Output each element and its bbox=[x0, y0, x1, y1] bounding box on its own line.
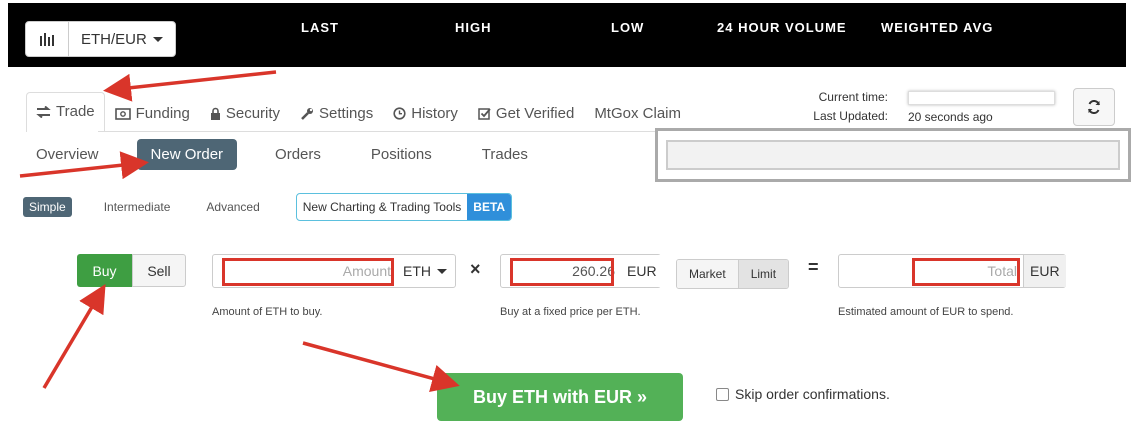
sell-toggle-button[interactable]: Sell bbox=[132, 254, 186, 287]
amount-unit: ETH bbox=[403, 263, 431, 279]
equals-sign: = bbox=[808, 257, 819, 277]
tab-label: Settings bbox=[319, 105, 374, 122]
last-updated-value: 20 seconds ago bbox=[908, 110, 993, 124]
tab-trade[interactable]: Trade bbox=[26, 92, 105, 132]
redacted-area bbox=[655, 128, 1131, 182]
order-subtabs: Overview New Order Orders Positions Trad… bbox=[24, 139, 566, 170]
main-tabs: Trade Funding Security Settings History … bbox=[26, 92, 691, 132]
limit-button[interactable]: Limit bbox=[737, 260, 789, 288]
caret-down-icon bbox=[437, 268, 447, 274]
status-labels: Current time: Last Updated: bbox=[770, 88, 888, 126]
tab-security[interactable]: Security bbox=[200, 105, 290, 132]
stat-last: LAST bbox=[301, 20, 339, 35]
refresh-button[interactable] bbox=[1073, 88, 1115, 126]
amount-unit-select[interactable]: ETH bbox=[397, 255, 453, 287]
mode-advanced[interactable]: Advanced bbox=[206, 200, 259, 214]
stat-high: HIGH bbox=[455, 20, 492, 35]
annotation-highlight-amount bbox=[222, 258, 394, 286]
arrow-to-trade-tab bbox=[103, 70, 277, 102]
price-hint: Buy at a fixed price per ETH. bbox=[500, 306, 641, 318]
arrow-to-submit bbox=[302, 341, 460, 392]
stat-low: LOW bbox=[611, 20, 645, 35]
stat-weighted-avg: WEIGHTED AVG bbox=[881, 20, 994, 35]
total-hint: Estimated amount of EUR to spend. bbox=[838, 306, 1014, 318]
skip-confirmations-label: Skip order confirmations. bbox=[735, 386, 890, 402]
subtab-orders[interactable]: Orders bbox=[263, 139, 333, 170]
refresh-icon bbox=[1088, 100, 1100, 114]
current-time-label: Current time: bbox=[818, 90, 888, 104]
subtab-overview[interactable]: Overview bbox=[24, 139, 111, 170]
pair-label: ETH/EUR bbox=[81, 30, 147, 48]
tab-funding[interactable]: Funding bbox=[105, 105, 200, 132]
redacted-current-time bbox=[908, 91, 1055, 105]
subtab-new-order[interactable]: New Order bbox=[136, 139, 238, 170]
price-unit: EUR bbox=[621, 255, 663, 287]
multiply-sign: × bbox=[470, 259, 481, 279]
market-button[interactable]: Market bbox=[677, 260, 738, 288]
annotation-highlight-price bbox=[510, 258, 614, 286]
redacted-field bbox=[666, 140, 1120, 170]
chart-bars-icon bbox=[26, 22, 69, 56]
tab-settings[interactable]: Settings bbox=[290, 105, 383, 132]
tab-label: History bbox=[411, 105, 458, 122]
arrow-to-buy bbox=[42, 283, 106, 389]
caret-down-icon bbox=[152, 36, 163, 42]
mode-intermediate[interactable]: Intermediate bbox=[104, 200, 171, 214]
order-modes: Simple Intermediate Advanced New Chartin… bbox=[23, 193, 513, 221]
market-limit-toggle: Market Limit bbox=[676, 259, 790, 289]
tab-label: Security bbox=[225, 105, 281, 122]
money-icon bbox=[114, 107, 131, 120]
new-charting-tools-button[interactable]: New Charting & Trading Tools BETA bbox=[295, 193, 513, 221]
tab-label: Get Verified bbox=[495, 105, 575, 122]
exchange-icon bbox=[36, 105, 51, 118]
skip-confirmations[interactable]: Skip order confirmations. bbox=[716, 386, 890, 402]
tab-get-verified[interactable]: Get Verified bbox=[468, 105, 584, 132]
status-values: 20 seconds ago bbox=[908, 88, 1055, 127]
beta-label: New Charting & Trading Tools bbox=[302, 200, 462, 214]
wrench-icon bbox=[301, 107, 314, 120]
total-unit: EUR bbox=[1023, 255, 1066, 287]
skip-confirmations-checkbox[interactable] bbox=[716, 387, 729, 401]
clock-icon bbox=[393, 107, 406, 120]
mode-simple[interactable]: Simple bbox=[23, 197, 72, 217]
last-updated-label: Last Updated: bbox=[813, 109, 888, 123]
market-header: ETH/EUR LAST HIGH LOW 24 HOUR VOLUME WEI… bbox=[8, 3, 1126, 67]
buy-toggle-button[interactable]: Buy bbox=[77, 254, 132, 287]
stat-24h-volume: 24 HOUR VOLUME bbox=[717, 20, 847, 35]
tab-label: Funding bbox=[135, 105, 190, 122]
lock-icon bbox=[210, 107, 220, 120]
annotation-highlight-total bbox=[912, 258, 1020, 286]
tab-history[interactable]: History bbox=[383, 105, 468, 132]
amount-hint: Amount of ETH to buy. bbox=[212, 306, 323, 318]
subtab-trades[interactable]: Trades bbox=[470, 139, 540, 170]
buy-eth-with-eur-button[interactable]: Buy ETH with EUR » bbox=[437, 373, 683, 421]
tab-label: MtGox Claim bbox=[594, 105, 681, 122]
subtab-positions[interactable]: Positions bbox=[359, 139, 444, 170]
buy-sell-toggle: Buy Sell bbox=[77, 254, 186, 287]
check-square-icon bbox=[478, 108, 491, 120]
tab-label: Trade bbox=[56, 103, 95, 120]
beta-badge: BETA bbox=[467, 194, 512, 220]
pair-selector[interactable]: ETH/EUR bbox=[25, 21, 176, 57]
